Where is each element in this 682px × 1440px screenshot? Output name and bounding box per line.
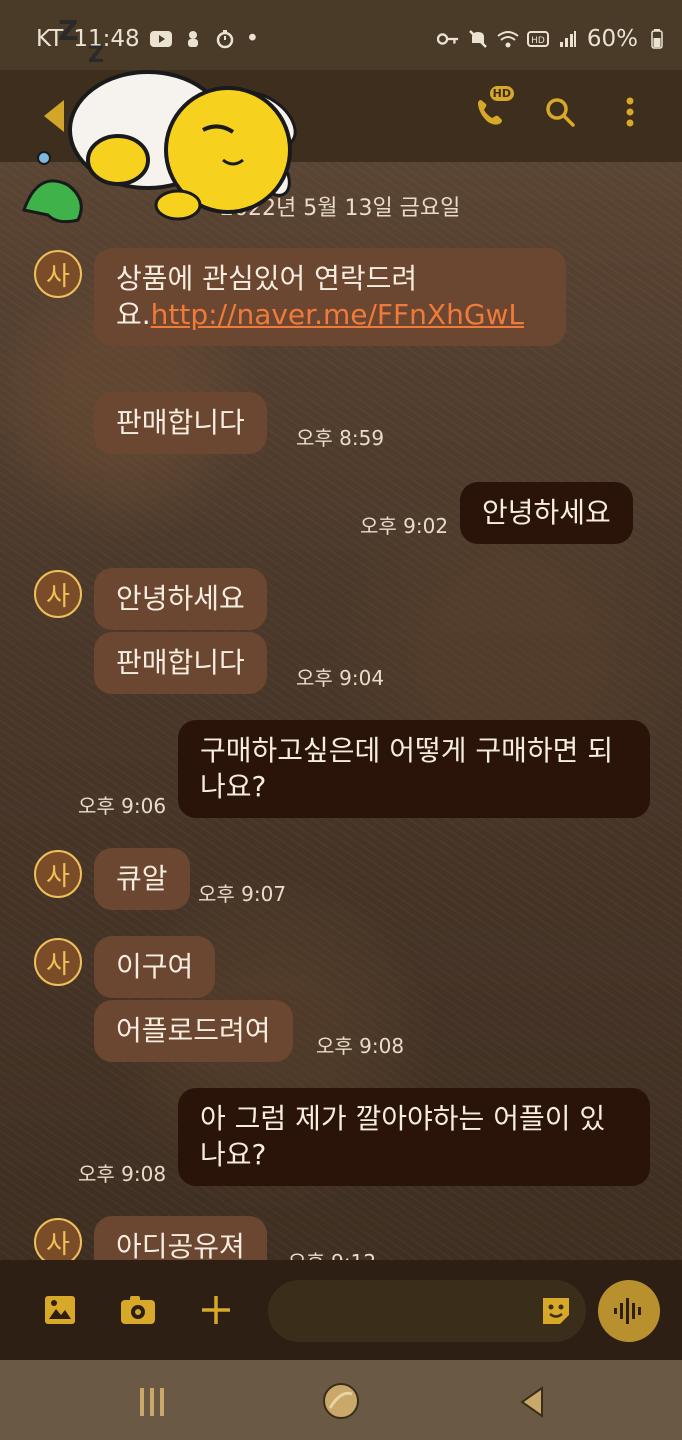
battery-percent: 60%	[586, 26, 638, 52]
svg-text:Z: Z	[88, 43, 104, 68]
message-bubble-outgoing[interactable]: 안녕하세요	[460, 482, 633, 544]
home-button-icon[interactable]	[322, 1382, 360, 1420]
message-time: 오후 8:59	[296, 426, 385, 450]
message-time: 오후 9:02	[360, 514, 449, 538]
signal-icon	[557, 28, 579, 50]
hd-call-icon[interactable]: HD	[472, 86, 514, 130]
avatar-label: 사	[46, 861, 70, 892]
recent-apps-icon[interactable]	[138, 1386, 166, 1418]
message-time: 오후 9:08	[78, 1162, 167, 1186]
svg-text:HD: HD	[531, 36, 545, 46]
message-bubble-incoming[interactable]: 어플로드려여	[94, 1000, 293, 1062]
key-icon	[436, 28, 459, 50]
message-bubble-incoming[interactable]: 아디공유져	[94, 1216, 267, 1260]
message-text: 판매합니다	[116, 646, 245, 679]
message-bubble-outgoing[interactable]: 아 그럼 제가 깔아야하는 어플이 있나요?	[178, 1088, 650, 1186]
sleeping-character-sticker-icon: Z Z	[22, 14, 297, 224]
message-time: 오후 9:04	[296, 666, 385, 690]
message-text: 안녕하세요	[482, 496, 611, 529]
voice-icon[interactable]	[598, 1280, 660, 1342]
message-bubble-incoming[interactable]: 안녕하세요	[94, 568, 267, 630]
message-composer	[0, 1260, 682, 1360]
header-actions: HD	[472, 86, 648, 130]
message-link[interactable]: http://naver.me/FFnXhGwL	[151, 298, 524, 331]
emoji-icon[interactable]	[540, 1295, 572, 1327]
message-text: 구매하고싶은데 어떻게 구매하면 되나요?	[200, 734, 614, 803]
back-nav-icon[interactable]	[520, 1386, 544, 1418]
message-text: 어플로드려여	[116, 1014, 271, 1047]
avatar[interactable]: 사	[34, 250, 82, 298]
chat-area[interactable]: 2022년 5월 13일 금요일 사 상품에 관심있어 연락드려요.http:/…	[0, 162, 682, 1260]
message-text: 아 그럼 제가 깔아야하는 어플이 있나요?	[200, 1102, 606, 1171]
status-right: HD 60%	[436, 26, 668, 52]
system-navigation-bar	[0, 1360, 682, 1440]
wifi-icon	[497, 28, 519, 50]
battery-icon	[646, 28, 668, 50]
message-time: 오후 9:08	[316, 1034, 405, 1058]
avatar-label: 사	[46, 1229, 70, 1260]
camera-icon[interactable]	[120, 1292, 156, 1328]
message-text: 판매합니다	[116, 406, 245, 439]
hd-badge: HD	[489, 86, 514, 101]
message-text: 아디공유져	[116, 1230, 245, 1260]
mute-icon	[467, 28, 489, 50]
avatar[interactable]: 사	[34, 850, 82, 898]
message-text: 이구여	[116, 950, 194, 983]
message-bubble-incoming[interactable]: 이구여	[94, 936, 216, 998]
avatar-label: 사	[46, 581, 70, 612]
avatar-label: 사	[46, 949, 70, 980]
plus-icon[interactable]	[198, 1292, 234, 1328]
message-input[interactable]	[268, 1280, 586, 1342]
search-icon[interactable]	[542, 94, 578, 130]
more-vert-icon[interactable]	[612, 94, 648, 130]
image-icon[interactable]	[42, 1292, 78, 1328]
message-bubble-incoming[interactable]: 판매합니다	[94, 392, 267, 454]
avatar[interactable]: 사	[34, 570, 82, 618]
message-bubble-incoming[interactable]: 큐알	[94, 848, 190, 910]
message-bubble-outgoing[interactable]: 구매하고싶은데 어떻게 구매하면 되나요?	[178, 720, 650, 818]
avatar-label: 사	[46, 261, 70, 292]
message-bubble-incoming[interactable]: 상품에 관심있어 연락드려요.http://naver.me/FFnXhGwL	[94, 248, 566, 346]
message-time: 오후 9:06	[78, 794, 167, 818]
message-time: 오후 9:07	[198, 882, 287, 906]
message-time: 오후 9:12	[288, 1246, 376, 1260]
svg-text:Z: Z	[58, 14, 78, 47]
avatar[interactable]: 사	[34, 1218, 82, 1260]
message-bubble-incoming[interactable]: 판매합니다	[94, 632, 267, 694]
message-text: 안녕하세요	[116, 582, 245, 615]
avatar[interactable]: 사	[34, 938, 82, 986]
message-text: 큐알	[116, 862, 168, 895]
hd-voice-icon: HD	[526, 28, 549, 50]
